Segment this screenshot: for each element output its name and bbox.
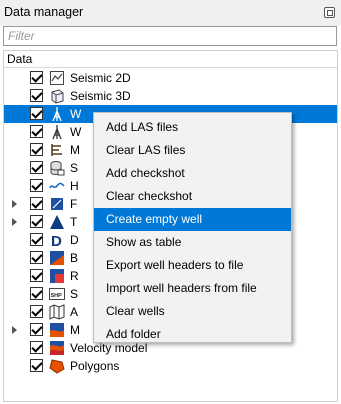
database-icon: [49, 160, 65, 176]
polygon-icon: [49, 358, 65, 374]
visibility-checkbox[interactable]: [30, 89, 43, 102]
visibility-checkbox[interactable]: [30, 341, 43, 354]
panel-title: Data manager: [4, 5, 84, 19]
tree-item-label: B: [70, 251, 79, 265]
context-menu-item[interactable]: Clear wells: [94, 300, 291, 323]
expand-arrow-icon[interactable]: [12, 326, 17, 334]
visibility-checkbox[interactable]: [30, 215, 43, 228]
seismic-3d-icon: [49, 88, 65, 104]
tree-item-label: M: [70, 323, 80, 337]
panel-title-bar: Data manager: [0, 0, 341, 26]
map-icon: [49, 304, 65, 320]
visibility-checkbox[interactable]: [30, 71, 43, 84]
tree-item-label: S: [70, 287, 79, 301]
shp-icon: SHP: [49, 286, 65, 302]
visibility-checkbox[interactable]: [30, 125, 43, 138]
expand-arrow-icon[interactable]: [12, 200, 17, 208]
visibility-checkbox[interactable]: [30, 197, 43, 210]
tree-item[interactable]: Seismic 3D: [4, 87, 337, 105]
svg-text:SHP: SHP: [51, 293, 63, 299]
markers-icon: [49, 142, 65, 158]
visibility-checkbox[interactable]: [30, 251, 43, 264]
tree-item-label: W: [70, 125, 82, 139]
d-letter-icon: D: [49, 232, 65, 250]
tree-item-label: H: [70, 179, 79, 193]
tree-item-label: T: [70, 215, 78, 229]
context-menu-item[interactable]: Add checkshot: [94, 162, 291, 185]
visibility-checkbox[interactable]: [30, 179, 43, 192]
context-menu-item[interactable]: Create empty well: [94, 208, 291, 231]
fault-icon: [49, 196, 65, 212]
visibility-checkbox[interactable]: [30, 143, 43, 156]
visibility-checkbox[interactable]: [30, 305, 43, 318]
tree-item-label: W: [70, 107, 82, 121]
svg-text:D: D: [51, 233, 62, 248]
visibility-checkbox[interactable]: [30, 161, 43, 174]
tree-item-label: A: [70, 305, 79, 319]
float-panel-icon[interactable]: [324, 7, 335, 18]
context-menu-item[interactable]: Add LAS files: [94, 116, 291, 139]
tree-item-label: S: [70, 161, 79, 175]
context-menu-item[interactable]: Add folder: [94, 323, 291, 346]
filter-field-wrapper: [3, 26, 337, 46]
context-menu-item[interactable]: Export well headers to file: [94, 254, 291, 277]
filter-input[interactable]: [4, 27, 336, 45]
model-icon: [49, 322, 65, 338]
tree-column-header[interactable]: Data: [4, 51, 337, 68]
tree-item-label: Seismic 3D: [70, 89, 131, 103]
visibility-checkbox[interactable]: [30, 323, 43, 336]
visibility-checkbox[interactable]: [30, 107, 43, 120]
context-menu-item[interactable]: Clear LAS files: [94, 139, 291, 162]
r-icon: [49, 268, 65, 284]
tree-item-label: D: [70, 233, 79, 247]
context-menu-item[interactable]: Show as table: [94, 231, 291, 254]
tree-item-label: Seismic 2D: [70, 71, 131, 85]
tree-item-label: R: [70, 269, 79, 283]
visibility-checkbox[interactable]: [30, 233, 43, 246]
context-menu-item[interactable]: Clear checkshot: [94, 185, 291, 208]
context-menu-item[interactable]: Import well headers from file: [94, 277, 291, 300]
well-log-icon: [49, 124, 65, 140]
tree-item[interactable]: Polygons: [4, 357, 337, 375]
expand-arrow-icon[interactable]: [12, 218, 17, 226]
seismic-2d-icon: [49, 70, 65, 86]
b-icon: [49, 250, 65, 266]
well-icon: [49, 106, 65, 122]
tree-item-label: Polygons: [70, 359, 120, 373]
tree-item[interactable]: Seismic 2D: [4, 69, 337, 87]
triangle-icon: [49, 214, 65, 230]
tree-item-label: F: [70, 197, 78, 211]
horizon-icon: [49, 178, 65, 194]
tree-item-label: M: [70, 143, 80, 157]
visibility-checkbox[interactable]: [30, 359, 43, 372]
context-menu: Add LAS files Clear LAS files Add checksho…: [93, 112, 292, 343]
visibility-checkbox[interactable]: [30, 287, 43, 300]
visibility-checkbox[interactable]: [30, 269, 43, 282]
velocity-model-icon: [49, 340, 65, 356]
